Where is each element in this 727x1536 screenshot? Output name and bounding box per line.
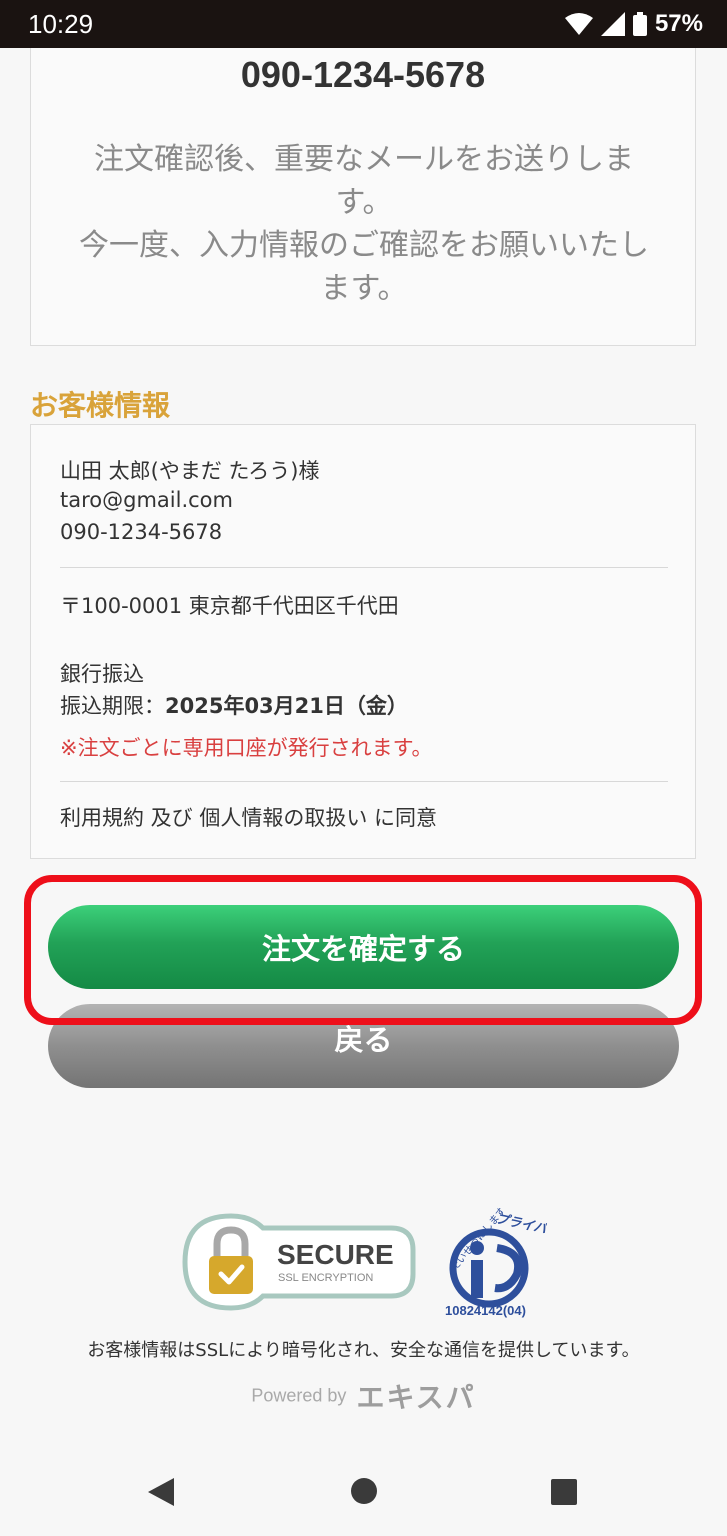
privacy-number: 10824142(04): [445, 1303, 526, 1318]
agreement-text: 利用規約 及び 個人情報の取扱い に同意: [60, 806, 438, 830]
navigation-bar: [0, 1450, 727, 1536]
highlight-frame: [24, 875, 702, 1025]
signal-icon: [600, 12, 625, 36]
status-icons: 57%: [564, 10, 703, 38]
wifi-icon: [564, 13, 593, 35]
powered-by: Powered by エキスパ: [0, 1376, 727, 1416]
deadline-label: 振込期限：: [60, 694, 165, 718]
account-note: ※注文ごとに専用口座が発行されます。: [60, 736, 433, 760]
ssl-secure-badge: SECURE SSL ENCRYPTION: [182, 1213, 416, 1311]
customer-address: 〒100-0001 東京都千代田区千代田: [60, 594, 399, 618]
notice-line: す。: [335, 185, 393, 220]
back-nav-icon[interactable]: [146, 1476, 176, 1508]
status-time: 10:29: [28, 9, 94, 39]
secure-title: SECURE: [277, 1239, 394, 1270]
deadline-value: 2025年03月21日（金）: [165, 694, 408, 718]
ssl-note: お客様情報はSSLにより暗号化され、安全な通信を提供しています。: [87, 1340, 640, 1361]
status-bar: 10:29 57%: [0, 0, 727, 48]
notice-line: ます。: [320, 271, 408, 306]
contact-phone: 090-1234-5678: [240, 54, 486, 95]
confirmation-notice: 注文確認後、重要なメールをお送りしま す。 今一度、入力情報のご確認をお願いいた…: [61, 138, 667, 310]
back-button-label: 戻る: [334, 1023, 393, 1057]
customer-phone: 090-1234-5678: [60, 520, 223, 544]
payment-method: 銀行振込: [60, 662, 144, 686]
secure-subtitle: SSL ENCRYPTION: [278, 1272, 373, 1284]
customer-name: 山田 太郎(やまだ たろう)様: [60, 459, 320, 483]
notice-card: 090-1234-5678 注文確認後、重要なメールをお送りしま す。 今一度、…: [30, 48, 696, 346]
divider: [60, 567, 668, 568]
notice-line: 今一度、入力情報のご確認をお願いいたし: [79, 228, 649, 263]
customer-info-card: 山田 太郎(やまだ たろう)様 taro@gmail.com 090-1234-…: [30, 424, 696, 859]
brand-logo: エキスパ: [356, 1381, 476, 1414]
battery-icon: [632, 12, 647, 36]
payment-deadline: 振込期限：2025年03月21日（金）: [60, 690, 408, 720]
battery-percent: 57%: [654, 10, 703, 37]
notice-line: 注文確認後、重要なメールをお送りしま: [94, 142, 634, 177]
home-nav-icon[interactable]: [350, 1477, 378, 1505]
customer-info-heading: お客様情報: [30, 389, 171, 422]
powered-by-label: Powered by: [251, 1385, 347, 1406]
customer-email: taro@gmail.com: [60, 488, 233, 512]
privacy-mark-logo: たいせつにします プライバシー 10824142(04): [445, 1208, 547, 1318]
divider: [60, 781, 668, 782]
recents-nav-icon[interactable]: [550, 1478, 578, 1506]
